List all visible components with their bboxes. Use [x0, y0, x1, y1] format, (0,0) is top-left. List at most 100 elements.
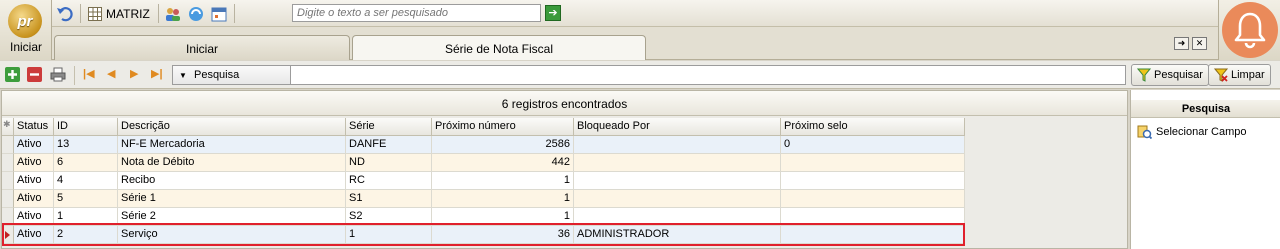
- table-row[interactable]: Ativo 1 Série 2 S2 1: [2, 208, 965, 226]
- cell-bloqueado-por: ADMINISTRADOR: [574, 226, 781, 244]
- users-icon: [166, 7, 180, 21]
- row-indicator: [2, 154, 14, 172]
- cell-descricao: Recibo: [118, 172, 346, 190]
- toolbar-separator: [74, 66, 75, 85]
- filter-icon: [1137, 68, 1151, 82]
- tab-bar: Iniciar Série de Nota Fiscal: [52, 27, 1218, 60]
- cell-id: 2: [54, 226, 118, 244]
- company-label: MATRIZ: [106, 6, 150, 21]
- search-button[interactable]: Pesquisar: [1131, 64, 1209, 86]
- table-row[interactable]: Ativo 13 NF-E Mercadoria DANFE 2586 0: [2, 136, 965, 154]
- arrow-right-icon: ➔: [548, 7, 558, 19]
- filter-bar: |◀ ◀ ▶ ▶| ▼ Pesquisa Pesquisar Limpar: [0, 61, 1280, 89]
- filter-input[interactable]: [290, 65, 1126, 85]
- minus-icon: [30, 73, 39, 76]
- dropdown-icon: ▼: [179, 71, 187, 80]
- grid-icon: [88, 6, 102, 21]
- last-record-icon[interactable]: ▶|: [151, 67, 163, 80]
- cell-descricao: Nota de Débito: [118, 154, 346, 172]
- column-header-id[interactable]: ID: [54, 118, 118, 136]
- column-header-status[interactable]: Status: [14, 118, 54, 136]
- cell-descricao: Série 2: [118, 208, 346, 226]
- table-row[interactable]: Ativo 6 Nota de Débito ND 442: [2, 154, 965, 172]
- cell-serie: 1: [346, 226, 432, 244]
- row-indicator: [2, 172, 14, 190]
- cell-serie: DANFE: [346, 136, 432, 154]
- global-search-input[interactable]: [292, 4, 541, 22]
- row-indicator: [2, 226, 14, 244]
- cell-id: 4: [54, 172, 118, 190]
- toolbar-separator: [80, 4, 81, 23]
- undo-icon: [57, 6, 73, 21]
- start-button[interactable]: pr Iniciar: [0, 0, 52, 60]
- table-row-selected[interactable]: Ativo 2 Serviço 1 36 ADMINISTRADOR: [2, 226, 965, 244]
- cell-id: 5: [54, 190, 118, 208]
- toolbar-separator: [234, 4, 235, 23]
- users-button[interactable]: [165, 4, 181, 23]
- company-button[interactable]: MATRIZ: [88, 4, 150, 23]
- cell-status: Ativo: [14, 154, 54, 172]
- cell-serie: RC: [346, 172, 432, 190]
- tab-serie-nota-fiscal[interactable]: Série de Nota Fiscal: [352, 35, 646, 60]
- notifications-button[interactable]: [1222, 2, 1278, 58]
- detach-tab-button[interactable]: ➜: [1174, 37, 1189, 50]
- row-indicator: [2, 136, 14, 154]
- undo-button[interactable]: [56, 4, 74, 23]
- cell-status: Ativo: [14, 208, 54, 226]
- cell-proximo-numero: 442: [432, 154, 574, 172]
- toolbar-separator: [158, 4, 159, 23]
- cell-proximo-selo: [781, 154, 965, 172]
- table-row[interactable]: Ativo 5 Série 1 S1 1: [2, 190, 965, 208]
- cell-bloqueado-por: [574, 190, 781, 208]
- next-record-icon[interactable]: ▶: [130, 67, 138, 80]
- cell-proximo-selo: 0: [781, 136, 965, 154]
- column-header-bloqueado-por[interactable]: Bloqueado Por: [574, 118, 781, 136]
- cell-proximo-selo: [781, 172, 965, 190]
- cell-id: 1: [54, 208, 118, 226]
- cell-status: Ativo: [14, 136, 54, 154]
- cell-proximo-numero: 1: [432, 208, 574, 226]
- cell-status: Ativo: [14, 190, 54, 208]
- start-label: Iniciar: [9, 40, 42, 54]
- arrow-right-icon: ➜: [1177, 38, 1186, 48]
- tab-label: Iniciar: [185, 42, 218, 56]
- refresh-button[interactable]: [188, 4, 204, 23]
- cell-descricao: Serviço: [118, 226, 346, 244]
- search-button-label: Pesquisar: [1154, 69, 1203, 81]
- previous-record-icon[interactable]: ◀: [107, 67, 115, 80]
- column-header-serie[interactable]: Série: [346, 118, 432, 136]
- row-indicator: [2, 190, 14, 208]
- tab-iniciar[interactable]: Iniciar: [54, 35, 350, 60]
- column-header-proximo-numero[interactable]: Próximo número: [432, 118, 574, 136]
- select-field-label: Selecionar Campo: [1156, 125, 1247, 138]
- add-button[interactable]: [5, 67, 20, 82]
- cell-descricao: NF-E Mercadoria: [118, 136, 346, 154]
- records-grid: 6 registros encontrados ✱ Status ID Desc…: [1, 90, 1128, 249]
- cell-bloqueado-por: [574, 172, 781, 190]
- cell-bloqueado-por: [574, 136, 781, 154]
- search-field-select-label: Pesquisa: [193, 69, 240, 81]
- records-count: 6 registros encontrados: [2, 91, 1127, 116]
- cell-serie: ND: [346, 154, 432, 172]
- refresh-icon: [189, 6, 203, 21]
- print-button[interactable]: [50, 67, 66, 82]
- cell-proximo-numero: 1: [432, 172, 574, 190]
- column-header-proximo-selo[interactable]: Próximo selo: [781, 118, 965, 136]
- clear-button[interactable]: Limpar: [1208, 64, 1271, 86]
- close-tab-button[interactable]: ✕: [1192, 37, 1207, 50]
- select-field-link[interactable]: Selecionar Campo: [1137, 124, 1247, 139]
- search-field-select[interactable]: ▼ Pesquisa: [172, 65, 291, 85]
- cell-bloqueado-por: [574, 154, 781, 172]
- calendar-button[interactable]: [211, 4, 227, 23]
- select-field-icon: [1137, 125, 1152, 139]
- table-row[interactable]: Ativo 4 Recibo RC 1: [2, 172, 965, 190]
- search-go-button[interactable]: ➔: [545, 5, 561, 21]
- first-record-icon[interactable]: |◀: [83, 67, 95, 80]
- bell-icon: [1234, 12, 1266, 49]
- cell-proximo-numero: 1: [432, 190, 574, 208]
- remove-button[interactable]: [27, 67, 42, 82]
- side-panel-title: Pesquisa: [1131, 100, 1280, 118]
- main-toolbar: MATRIZ ➔: [52, 0, 1218, 27]
- column-header-descricao[interactable]: Descrição: [118, 118, 346, 136]
- select-all-icon[interactable]: ✱: [2, 118, 14, 136]
